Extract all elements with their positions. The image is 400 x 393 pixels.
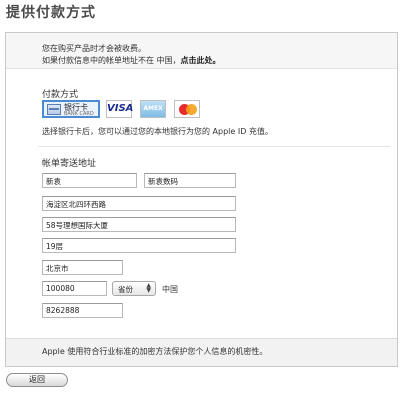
bank-card-option[interactable]: 银行卡 BANK CARD [42, 100, 100, 118]
bank-card-hint: 选择银行卡后，您可以通过您的本地银行为您的 Apple ID 充值。 [42, 127, 273, 136]
bank-card-sub-label: BANK CARD [64, 111, 94, 117]
phone-field[interactable]: 8262888 [42, 303, 123, 318]
address-notice-text: 如果付款信息中的帐单地址不在 中国， [42, 56, 181, 65]
section-divider [38, 146, 390, 147]
mastercard-logo-orange [186, 104, 197, 115]
select-arrows-icon: ▲ ▼ [146, 282, 151, 294]
charge-notice: 您在购买产品时才会被收费。 [42, 44, 146, 53]
privacy-notice: Apple 使用符合行业标准的加密方法保护您个人信息的机密性。 [42, 347, 268, 356]
payment-method-label: 付款方式 [42, 90, 79, 100]
page-title: 提供付款方式 [6, 5, 96, 21]
billing-address-label: 帐单寄送地址 [42, 159, 97, 169]
amex-logo: AMEX [143, 105, 163, 112]
mastercard-option[interactable] [174, 100, 200, 118]
first-name-field[interactable]: 新袁数码 [144, 173, 236, 188]
address-line3-field[interactable]: 19层 [42, 238, 236, 253]
address-notice: 如果付款信息中的帐单地址不在 中国，点击此处。 [42, 55, 221, 66]
address-line1-field[interactable]: 海淀区北四环西路 [42, 196, 236, 211]
visa-option[interactable]: VISA [106, 100, 134, 118]
province-select[interactable]: 省份 ▲ ▼ [112, 281, 156, 296]
last-name-field[interactable]: 新袁 [42, 173, 137, 188]
postal-code-field[interactable]: 100080 [42, 281, 107, 296]
country-text: 中国 [162, 285, 178, 294]
address-line2-field[interactable]: 58号理想国际大厦 [42, 217, 236, 232]
province-selected-value: 省份 [118, 285, 133, 294]
bank-card-icon [47, 104, 61, 115]
city-field[interactable]: 北京市 [42, 260, 123, 275]
back-button[interactable]: 返回 [6, 373, 68, 387]
amex-option[interactable]: AMEX [140, 100, 166, 118]
visa-logo: VISA [107, 103, 134, 114]
click-here-link[interactable]: 点击此处。 [181, 56, 221, 65]
